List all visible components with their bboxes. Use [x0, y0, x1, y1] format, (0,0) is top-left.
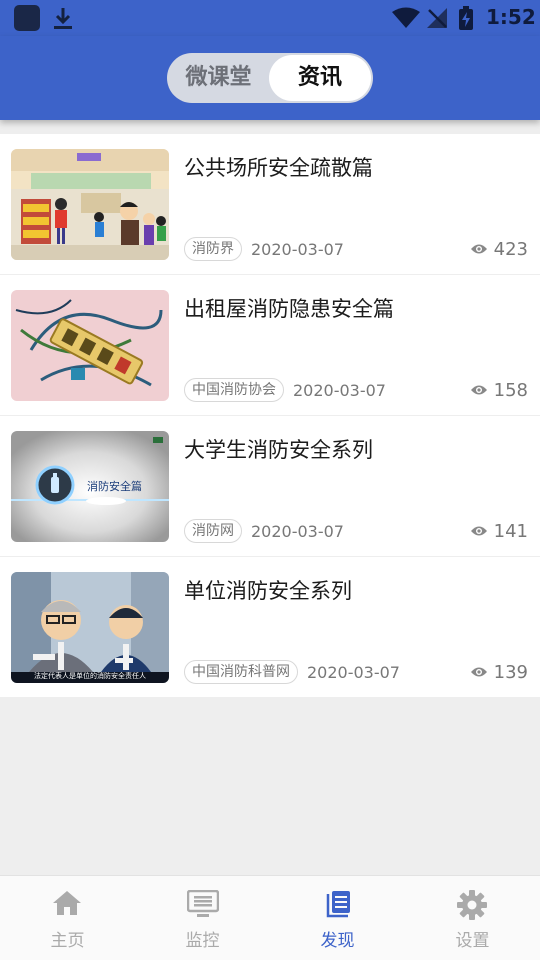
- nav-discover[interactable]: 发现: [270, 876, 405, 960]
- view-count-value: 139: [493, 661, 528, 683]
- article-thumbnail: 法定代表人是单位的消防安全责任人: [11, 572, 169, 683]
- nav-label: 监控: [185, 931, 220, 951]
- tab-micro-class[interactable]: 微课堂: [167, 53, 270, 103]
- article-date: 2020-03-07: [293, 380, 386, 400]
- article-date: 2020-03-07: [251, 521, 344, 541]
- article-title: 出租屋消防隐患安全篇: [184, 297, 394, 321]
- download-icon: [52, 6, 74, 34]
- article-title: 单位消防安全系列: [184, 579, 352, 603]
- home-icon: [53, 891, 81, 915]
- article-date: 2020-03-07: [307, 662, 400, 682]
- article-thumbnail: [11, 149, 169, 260]
- view-count-value: 141: [493, 520, 528, 542]
- article-meta: 消防网 2020-03-07: [184, 519, 344, 543]
- article-item[interactable]: 出租屋消防隐患安全篇 中国消防协会 2020-03-07 158: [0, 275, 540, 416]
- article-list: 公共场所安全疏散篇 消防界 2020-03-07 423 出租屋消防隐患安全篇 …: [0, 134, 540, 698]
- article-thumbnail: [11, 290, 169, 401]
- thumbnail-caption: 法定代表人是单位的消防安全责任人: [34, 672, 146, 680]
- article-title: 大学生消防安全系列: [184, 438, 373, 462]
- app-notification-icon: [14, 5, 40, 31]
- app-header: 微课堂 资讯: [0, 36, 540, 120]
- article-meta: 中国消防科普网 2020-03-07: [184, 660, 400, 684]
- nav-label: 设置: [455, 931, 490, 951]
- nav-label: 主页: [50, 931, 85, 951]
- source-tag: 消防界: [184, 237, 242, 261]
- nav-home[interactable]: 主页: [0, 876, 135, 960]
- view-count: 423: [470, 237, 528, 261]
- eye-icon: [470, 244, 487, 254]
- source-tag: 中国消防科普网: [184, 660, 298, 684]
- wifi-icon: [392, 7, 420, 33]
- tab-news[interactable]: 资讯: [269, 55, 371, 101]
- view-count: 139: [470, 660, 528, 684]
- article-title: 公共场所安全疏散篇: [184, 156, 373, 180]
- no-signal-icon: [426, 7, 448, 33]
- eye-icon: [470, 526, 487, 536]
- nav-settings[interactable]: 设置: [405, 876, 540, 960]
- gear-icon: [457, 890, 487, 920]
- view-count-value: 158: [493, 379, 528, 401]
- segmented-control: 微课堂 资讯: [167, 53, 373, 103]
- article-date: 2020-03-07: [251, 239, 344, 259]
- nav-label: 发现: [320, 931, 355, 951]
- article-thumbnail: 消防安全篇: [11, 431, 169, 542]
- view-count: 158: [470, 378, 528, 402]
- source-tag: 消防网: [184, 519, 242, 543]
- status-time: 1:52: [486, 5, 536, 29]
- article-item[interactable]: 公共场所安全疏散篇 消防界 2020-03-07 423: [0, 134, 540, 275]
- bottom-navigation: 主页 监控 发现 设置: [0, 875, 540, 960]
- monitor-icon: [187, 890, 219, 917]
- thumbnail-caption: 消防安全篇: [87, 480, 142, 493]
- status-bar: 1:52: [0, 0, 540, 36]
- eye-icon: [470, 385, 487, 395]
- article-meta: 消防界 2020-03-07: [184, 237, 344, 261]
- book-icon: [326, 891, 350, 918]
- view-count-value: 423: [493, 238, 528, 260]
- battery-charging-icon: [458, 6, 474, 34]
- nav-monitor[interactable]: 监控: [135, 876, 270, 960]
- article-item[interactable]: 消防安全篇 大学生消防安全系列 消防网 2020-03-07 141: [0, 416, 540, 557]
- source-tag: 中国消防协会: [184, 378, 284, 402]
- article-meta: 中国消防协会 2020-03-07: [184, 378, 386, 402]
- view-count: 141: [470, 519, 528, 543]
- eye-icon: [470, 667, 487, 677]
- article-item[interactable]: 法定代表人是单位的消防安全责任人 单位消防安全系列 中国消防科普网 2020-0…: [0, 557, 540, 698]
